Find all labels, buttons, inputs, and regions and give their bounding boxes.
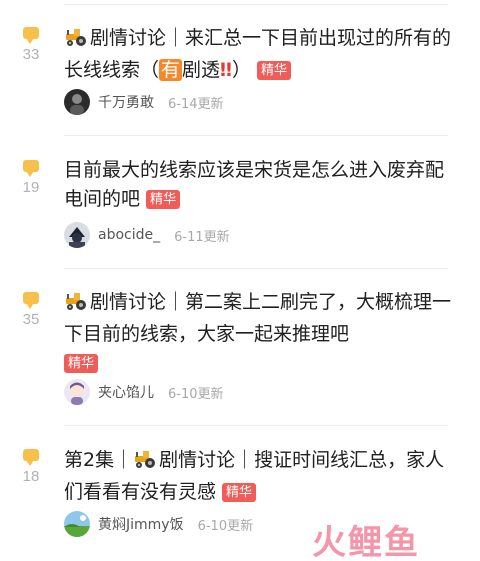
- featured-badge: 精华: [222, 483, 257, 502]
- tractor-emoji-icon: [64, 291, 88, 320]
- comment-bubble-icon: [23, 449, 39, 466]
- divider: [64, 4, 448, 5]
- post-title[interactable]: 剧情讨论｜第二案上二刷完了，大概梳理一下目前的线索，大家一起来推理吧精华: [64, 288, 456, 378]
- update-time: 6-10更新: [168, 386, 224, 402]
- comment-bubble-icon: [23, 160, 39, 177]
- post-title-text: 剧透: [182, 59, 221, 81]
- comment-count-value: 33: [22, 46, 40, 63]
- update-time: 6-14更新: [168, 96, 224, 112]
- double-exclamation-icon: ‼: [220, 59, 232, 81]
- post-title-text: 第2集｜: [64, 449, 134, 471]
- featured-badge: 精华: [146, 190, 181, 209]
- comment-count-value: 18: [22, 468, 40, 485]
- discussion-feed: 33 剧情讨论｜来汇总一下目前出现过的所有的长线线索（有剧透‼） 精华 千万勇敢…: [0, 0, 480, 561]
- comment-count: 18: [14, 449, 48, 485]
- divider: [64, 425, 448, 426]
- update-time: 6-10更新: [197, 518, 254, 534]
- post-title-text: 剧情讨论｜第二案上二刷完了，大概梳理一下目前的线索，大家一起来推理吧: [64, 291, 452, 345]
- comment-count: 35: [14, 292, 48, 328]
- post-meta: abocide_ 6-11更新: [64, 222, 230, 248]
- post-meta: 夹心馅儿 6-10更新: [64, 379, 224, 405]
- update-time: 6-11更新: [174, 229, 230, 245]
- divider: [64, 268, 448, 269]
- featured-badge: 精华: [256, 61, 291, 80]
- comment-count: 19: [14, 160, 48, 196]
- avatar[interactable]: [64, 89, 90, 115]
- watermark-logo: 火鲤鱼: [312, 523, 420, 561]
- author-name[interactable]: 夹心馅儿: [98, 382, 154, 402]
- featured-badge: 精华: [64, 354, 99, 373]
- comment-bubble-icon: [23, 27, 39, 44]
- avatar[interactable]: [64, 511, 90, 537]
- tractor-emoji-icon: [133, 449, 157, 478]
- avatar[interactable]: [64, 379, 90, 405]
- post-meta: 千万勇敢 6-14更新: [64, 89, 224, 115]
- author-name[interactable]: abocide_: [98, 227, 160, 243]
- post-title[interactable]: 目前最大的线索应该是宋货是怎么进入废弃配电间的吧 精华: [64, 156, 456, 214]
- highlight-tag: 有: [159, 59, 183, 81]
- author-name[interactable]: 黄焖Jimmy饭: [98, 514, 184, 534]
- post-meta: 黄焖Jimmy饭 6-10更新: [64, 511, 253, 537]
- author-name[interactable]: 千万勇敢: [98, 92, 154, 112]
- post-title[interactable]: 剧情讨论｜来汇总一下目前出现过的所有的长线线索（有剧透‼） 精华: [64, 24, 456, 85]
- comment-count-value: 19: [22, 179, 40, 196]
- avatar[interactable]: [64, 222, 90, 248]
- tractor-emoji-icon: [64, 27, 88, 56]
- post-title[interactable]: 第2集｜ 剧情讨论｜搜证时间线汇总，家人们看看有没有灵感 精华: [64, 446, 456, 507]
- comment-count: 33: [14, 27, 48, 63]
- post-title-text: 目前最大的线索应该是宋货是怎么进入废弃配电间的吧: [64, 159, 445, 210]
- post-title-text: ）: [231, 59, 251, 81]
- divider: [64, 135, 448, 136]
- comment-bubble-icon: [23, 292, 39, 309]
- comment-count-value: 35: [22, 311, 40, 328]
